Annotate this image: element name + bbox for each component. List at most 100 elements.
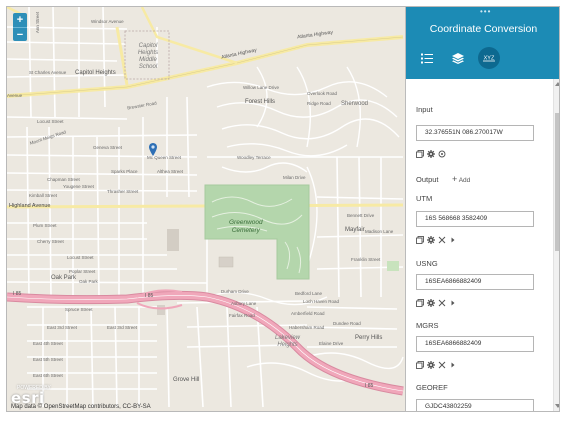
copy-icon[interactable] — [416, 150, 424, 158]
road-label: Milan Drive — [283, 175, 306, 180]
gear-icon[interactable] — [427, 236, 435, 244]
output-field-utm[interactable]: 16S 568668 3582409 — [416, 211, 534, 227]
widget-header: ••• Coordinate Conversion XYZ — [406, 7, 559, 79]
output-field-mgrs[interactable]: 16SEA6866882409 — [416, 336, 534, 352]
road-label: Locust Street — [67, 255, 94, 260]
road-label: Thrasher Street — [107, 189, 139, 194]
road-label: Windsor Avenue — [91, 19, 124, 24]
gear-icon[interactable] — [427, 299, 435, 307]
road-label: St Charles Avenue — [29, 70, 67, 75]
add-output-button[interactable]: + Add — [452, 174, 470, 184]
add-output-label: Add — [458, 177, 471, 184]
road-label: Fairfax Road — [229, 313, 255, 318]
road-label: Poplar Street — [69, 269, 96, 274]
road-label: Dundee Road — [333, 321, 361, 326]
expand-arrow-icon[interactable] — [449, 361, 457, 369]
road-label: East 3rd Street — [107, 325, 138, 330]
scroll-down-arrow-icon[interactable] — [555, 404, 559, 408]
output-format-label: USNG — [416, 259, 438, 268]
input-label: Input — [416, 105, 433, 114]
road-label: Oak Park — [79, 279, 98, 284]
output-field-usng[interactable]: 16SEA6866882409 — [416, 274, 534, 290]
tab-list[interactable] — [416, 47, 438, 69]
road-label: Ridge Road — [307, 101, 331, 106]
road-label: Asbury Lane — [231, 301, 257, 306]
input-coordinate-field[interactable]: 32.376551N 086.270017W — [416, 125, 534, 141]
scrollbar-thumb[interactable] — [555, 113, 559, 251]
road-label: Ann Street — [35, 11, 41, 34]
output-format-label: UTM — [416, 194, 433, 203]
road-label: Woodley Terrace — [237, 155, 271, 160]
place-label-school: Capitol Heights Middle School — [137, 43, 159, 70]
expand-arrow-icon[interactable] — [449, 299, 457, 307]
road-label: Overlook Road — [307, 91, 338, 96]
copy-icon[interactable] — [416, 361, 424, 369]
expand-arrow-icon[interactable] — [449, 236, 457, 244]
widget-title: Coordinate Conversion — [429, 23, 538, 35]
road-label: Madison Lane — [365, 229, 394, 234]
widget-body: Input 32.376551N 086.270017W Output + Ad… — [406, 79, 553, 411]
xyz-icon: XYZ — [483, 56, 495, 62]
road-label: East 6th Street — [33, 373, 63, 378]
location-pin-icon[interactable] — [149, 143, 157, 156]
map-base — [7, 7, 405, 411]
drag-handle-icon[interactable]: ••• — [480, 8, 491, 16]
road-label: Franklin Street — [351, 257, 381, 262]
tab-layers[interactable] — [447, 47, 469, 69]
place-label-cemetery: Greenwood Cemetery — [229, 219, 263, 234]
road-label: Plum Street — [33, 223, 57, 228]
road-label: Geneva Street — [93, 145, 123, 150]
tab-xyz[interactable]: XYZ — [478, 47, 500, 69]
place-label-lakeview-heights: Lakeview Heights — [275, 335, 301, 348]
place-label-mayfair: Mayfair — [345, 227, 365, 233]
copy-icon[interactable] — [416, 236, 424, 244]
road-label: Loch Haven Road — [303, 299, 340, 304]
road-label: Amberfield Road — [291, 311, 325, 316]
zoom-control: + − — [13, 13, 27, 41]
svg-text:XYZ: XYZ — [484, 56, 495, 62]
gear-icon[interactable] — [427, 150, 435, 158]
place-label-grove-hill: Grove Hill — [173, 377, 200, 383]
road-label: Yougene Street — [63, 184, 94, 189]
road-label: Durham Drive — [221, 289, 249, 294]
road-label-i85: I 85 — [145, 293, 154, 299]
close-icon[interactable] — [438, 299, 446, 307]
road-label: Chapman Street — [47, 177, 80, 182]
map-attribution: Map data © OpenStreetMap contributors, C… — [11, 404, 151, 410]
output-field-georef[interactable]: GJDC43802259 — [416, 399, 534, 411]
road-label: Cherry Street — [37, 239, 64, 244]
close-icon[interactable] — [438, 236, 446, 244]
road-label: Habersham Road — [289, 325, 325, 330]
place-label-perry-hills: Perry Hills — [355, 335, 383, 341]
map-view[interactable]: Ann Street Windsor Avenue St Charles Ave… — [7, 7, 405, 411]
road-label: Spruce Street — [65, 307, 93, 312]
road-label-i85: I 85 — [365, 383, 374, 389]
close-icon[interactable] — [438, 361, 446, 369]
output-tools — [416, 299, 457, 307]
gear-icon[interactable] — [427, 361, 435, 369]
place-label-capitol-heights: Capitol Heights — [75, 70, 116, 76]
road-label: East 5th Street — [33, 357, 63, 362]
road-label: Avenue — [7, 93, 23, 98]
output-tools — [416, 361, 457, 369]
output-format-label: GEOREF — [416, 383, 448, 392]
road-label: Sparks Place — [111, 169, 138, 174]
copy-icon[interactable] — [416, 299, 424, 307]
road-label: East 3rd Street — [47, 325, 78, 330]
output-label: Output — [416, 175, 439, 184]
output-tools — [416, 236, 457, 244]
widget-scrollbar[interactable] — [553, 79, 559, 411]
app-frame: Ann Street Windsor Avenue St Charles Ave… — [6, 6, 560, 412]
road-label: East 4th Street — [33, 341, 63, 346]
road-label-highland: Highland Avenue — [9, 203, 51, 209]
road-label: Kimball Street — [29, 193, 58, 198]
zoom-to-icon[interactable] — [438, 150, 446, 158]
place-label-forest-hills: Forest Hills — [245, 99, 276, 105]
zoom-in-button[interactable]: + — [13, 13, 27, 27]
road-label: Sherwood — [341, 101, 369, 107]
output-format-label: MGRS — [416, 321, 439, 330]
scroll-up-arrow-icon[interactable] — [555, 82, 559, 86]
road-label: Althea Street — [157, 169, 184, 174]
zoom-out-button[interactable]: − — [13, 27, 27, 41]
add-icon: + — [452, 174, 458, 184]
